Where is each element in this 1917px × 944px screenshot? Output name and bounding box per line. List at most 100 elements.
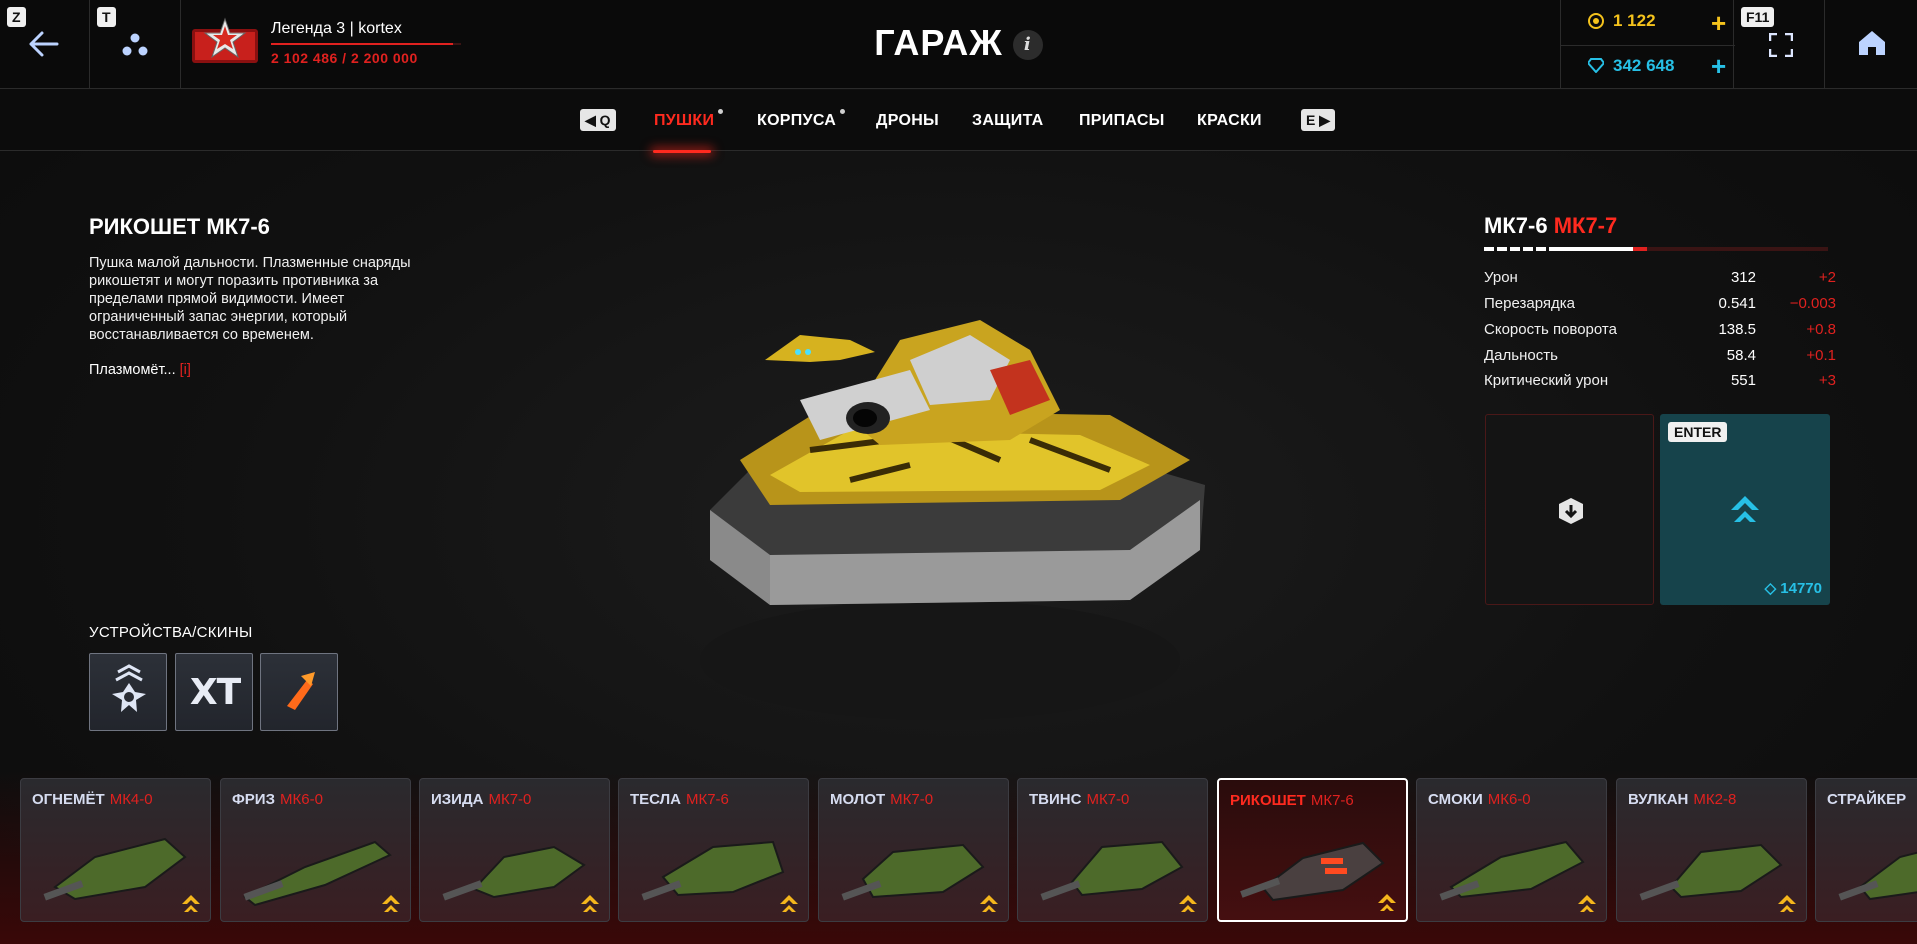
stat-row: Критический урон 551 +3 bbox=[1484, 372, 1836, 392]
stat-label: Скорость поворота bbox=[1484, 321, 1617, 338]
stat-delta: +0.1 bbox=[1806, 347, 1836, 364]
tab-protection-label: ЗАЩИТА bbox=[972, 112, 1044, 129]
stat-delta: +2 bbox=[1818, 269, 1836, 286]
weapon-card-name: ВУЛКАН bbox=[1628, 791, 1689, 808]
crystals-amount: 1 122 bbox=[1613, 11, 1656, 30]
upgrade-available-icon bbox=[1179, 895, 1197, 912]
category-tabs: ◀ Q ПУШКИ КОРПУСА ДРОНЫ ЗАЩИТА ПРИПАСЫ К… bbox=[0, 90, 1917, 151]
tab-hulls[interactable]: КОРПУСА bbox=[757, 109, 846, 130]
tab-guns-label: ПУШКИ bbox=[654, 112, 715, 129]
upgrade-chevrons-icon bbox=[1731, 496, 1759, 522]
shield-down-icon bbox=[1559, 498, 1583, 524]
tab-guns[interactable]: ПУШКИ bbox=[654, 109, 724, 130]
weapon-card-name: МОЛОТ bbox=[830, 791, 886, 808]
weapon-card[interactable]: МОЛОТ МК7-0 bbox=[818, 778, 1009, 922]
info-icon[interactable]: i bbox=[1012, 30, 1043, 61]
weapon-card[interactable]: ФРИЗ МК6-0 bbox=[220, 778, 411, 922]
weapon-thumbnail-image bbox=[43, 837, 187, 901]
tab-supplies-label: ПРИПАСЫ bbox=[1079, 112, 1165, 129]
home-icon bbox=[1859, 31, 1885, 55]
weapon-type-info-link[interactable]: [i] bbox=[180, 362, 191, 378]
fullscreen-button[interactable]: F11 bbox=[1734, 0, 1825, 89]
device-slot-shot-color[interactable] bbox=[260, 653, 338, 731]
upgrade-available-icon bbox=[182, 895, 200, 912]
sell-downgrade-button[interactable] bbox=[1485, 414, 1654, 605]
prev-tab-key-label: Q bbox=[599, 112, 611, 128]
augment-icon bbox=[112, 664, 146, 712]
stat-value: 551 bbox=[1730, 372, 1756, 389]
weapon-thumbnail-image bbox=[1040, 840, 1184, 901]
fullscreen-icon bbox=[1769, 33, 1793, 57]
top-bar: Z T Легенда 3 | kortex 2 102 486 / 2 200… bbox=[0, 0, 1917, 89]
weapon-thumbnail-image bbox=[641, 840, 785, 901]
upgrade-button[interactable]: ENTER ◇ 14770 bbox=[1660, 414, 1830, 605]
stat-row: Перезарядка 0.541 −0.003 bbox=[1484, 295, 1836, 315]
home-button[interactable] bbox=[1825, 0, 1917, 89]
weapon-type: Плазмомёт... [i] bbox=[89, 362, 191, 378]
weapon-card[interactable]: СМОКИ МК6-0 bbox=[1416, 778, 1607, 922]
upgrade-available-icon bbox=[980, 895, 998, 912]
upgrade-available-icon bbox=[1578, 895, 1596, 912]
weapon-card[interactable]: ТЕСЛА МК7-6 bbox=[618, 778, 809, 922]
next-tab-key[interactable]: E ▶ bbox=[1301, 109, 1335, 131]
page-title-text: ГАРАЖ bbox=[874, 22, 1003, 63]
stat-label: Критический урон bbox=[1484, 372, 1609, 389]
crystal-coin-icon bbox=[1588, 13, 1604, 29]
tab-drones-label: ДРОНЫ bbox=[876, 112, 940, 129]
weapon-thumbnail-image bbox=[1240, 841, 1385, 902]
weapon-card-mk: МК7-0 bbox=[488, 791, 532, 808]
weapon-card-title: СТРАЙКЕР bbox=[1827, 791, 1911, 808]
stat-value: 0.541 bbox=[1718, 295, 1756, 312]
new-dot bbox=[840, 109, 846, 114]
weapon-card-mk: МК7-0 bbox=[1086, 791, 1130, 808]
tab-supplies[interactable]: ПРИПАСЫ bbox=[1079, 112, 1165, 130]
weapon-card[interactable]: ВУЛКАН МК2-8 bbox=[1616, 778, 1807, 922]
stat-delta: −0.003 bbox=[1789, 295, 1836, 312]
weapon-card[interactable]: ИЗИДА МК7-0 bbox=[419, 778, 610, 922]
weapon-card-mk: МК7-6 bbox=[1310, 792, 1354, 809]
weapon-card-name: РИКОШЕТ bbox=[1230, 792, 1306, 809]
buy-gems-button[interactable]: + bbox=[1711, 51, 1726, 82]
stat-row: Скорость поворота 138.5 +0.8 bbox=[1484, 321, 1836, 341]
weapon-thumbnail-image bbox=[1439, 840, 1585, 901]
device-slot-xt-skin[interactable]: XT bbox=[175, 653, 253, 731]
stat-delta: +0.8 bbox=[1806, 321, 1836, 338]
upgrade-available-icon bbox=[581, 895, 599, 912]
device-slot-augment[interactable] bbox=[89, 653, 167, 731]
stat-label: Перезарядка bbox=[1484, 295, 1575, 312]
hotkey-enter: ENTER bbox=[1668, 422, 1728, 442]
gems-amount: 342 648 bbox=[1613, 56, 1675, 75]
tab-drones[interactable]: ДРОНЫ bbox=[876, 112, 939, 130]
weapon-card[interactable]: РИКОШЕТ МК7-6 bbox=[1217, 778, 1408, 922]
weapon-card-title: ТВИНС МК7-0 bbox=[1029, 791, 1129, 808]
stat-row: Дальность 58.4 +0.1 bbox=[1484, 347, 1836, 367]
new-dot bbox=[718, 109, 724, 114]
upgrade-available-icon bbox=[1778, 895, 1796, 912]
weapon-thumbnail-image bbox=[1838, 851, 1917, 901]
upgrade-price: ◇ 14770 bbox=[1765, 579, 1822, 597]
garage-screen: Z T Легенда 3 | kortex 2 102 486 / 2 200… bbox=[0, 0, 1917, 944]
diamond-icon: ◇ bbox=[1764, 580, 1777, 597]
stat-value: 312 bbox=[1730, 269, 1756, 286]
weapon-card-mk: МК2-8 bbox=[1693, 791, 1737, 808]
tab-protection[interactable]: ЗАЩИТА bbox=[972, 112, 1044, 130]
upgrade-price-value: 14770 bbox=[1780, 580, 1822, 597]
stat-label: Дальность bbox=[1484, 347, 1558, 364]
weapon-card-name: СМОКИ bbox=[1428, 791, 1483, 808]
tab-paints[interactable]: КРАСКИ bbox=[1197, 112, 1262, 130]
weapon-card[interactable]: ОГНЕМЁТ МК4-0 bbox=[20, 778, 211, 922]
diamond-icon bbox=[1588, 58, 1604, 73]
weapon-thumbnail-image bbox=[841, 843, 985, 901]
shot-color-icon bbox=[287, 672, 315, 710]
prev-tab-key[interactable]: ◀ Q bbox=[580, 109, 616, 131]
tab-hulls-label: КОРПУСА bbox=[757, 112, 837, 129]
currency-panel: 1 122 + 342 648 + bbox=[1560, 0, 1735, 89]
weapon-card[interactable]: ТВИНС МК7-0 bbox=[1017, 778, 1208, 922]
stat-row: Урон 312 +2 bbox=[1484, 269, 1836, 289]
weapon-card-mk: МК6-0 bbox=[1487, 791, 1531, 808]
weapon-thumbnail-image bbox=[1639, 843, 1783, 901]
weapon-card-title: ОГНЕМЁТ МК4-0 bbox=[32, 791, 153, 808]
buy-crystals-button[interactable]: + bbox=[1711, 8, 1726, 39]
stat-value: 138.5 bbox=[1718, 321, 1756, 338]
weapon-card[interactable]: СТРАЙКЕР bbox=[1815, 778, 1917, 922]
